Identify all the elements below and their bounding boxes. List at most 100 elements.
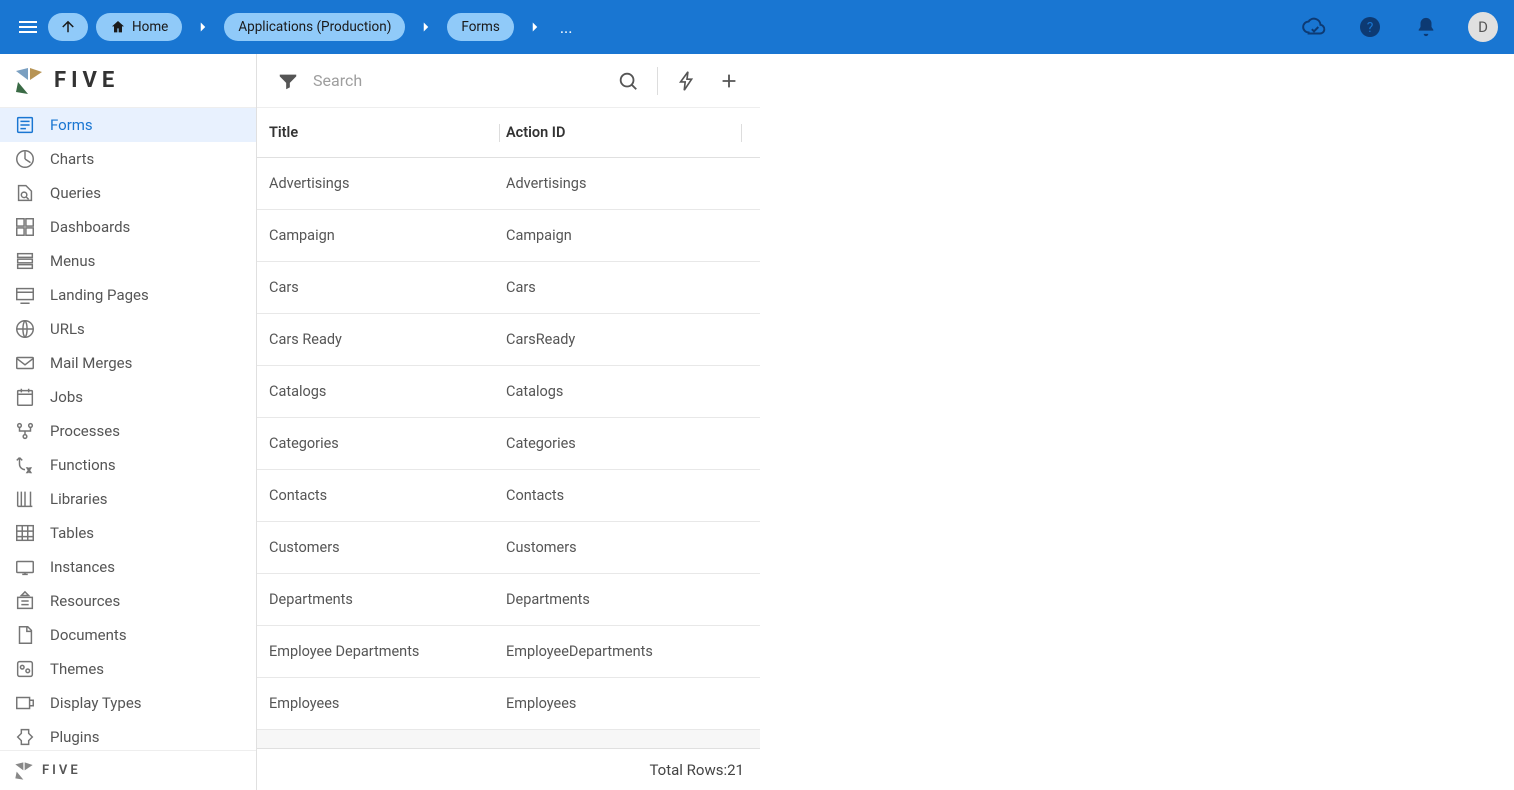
table-row[interactable]: CustomersCustomers bbox=[257, 522, 760, 574]
sidebar-item-label: Landing Pages bbox=[50, 286, 149, 304]
logo-icon bbox=[14, 66, 44, 96]
sidebar-item-label: URLs bbox=[50, 320, 85, 338]
avatar[interactable]: D bbox=[1468, 12, 1498, 42]
sidebar-item-label: Tables bbox=[50, 524, 94, 542]
breadcrumb-forms-label: Forms bbox=[461, 19, 499, 35]
add-icon[interactable] bbox=[712, 64, 746, 98]
home-icon bbox=[110, 19, 126, 35]
breadcrumb-up[interactable] bbox=[48, 13, 88, 41]
footer-logo-text: FIVE bbox=[42, 763, 81, 778]
breadcrumb-applications-label: Applications (Production) bbox=[238, 19, 391, 35]
sidebar-item-charts[interactable]: Charts bbox=[0, 142, 256, 176]
sidebar-item-label: Forms bbox=[50, 116, 93, 134]
sidebar-item-label: Documents bbox=[50, 626, 127, 644]
column-action-id[interactable]: Action ID bbox=[506, 124, 748, 141]
cell-action-id: EmployeeDepartments bbox=[506, 643, 748, 660]
cell-action-id: Cars bbox=[506, 279, 748, 296]
table-row[interactable]: AdvertisingsAdvertisings bbox=[257, 158, 760, 210]
divider bbox=[657, 67, 658, 95]
cell-title: Contacts bbox=[269, 487, 506, 504]
table-row[interactable]: Cars ReadyCarsReady bbox=[257, 314, 760, 366]
sidebar-item-label: Jobs bbox=[50, 388, 83, 406]
cell-action-id: CarsReady bbox=[506, 331, 748, 348]
table-row[interactable]: EmployeesEmployees bbox=[257, 678, 760, 730]
sidebar-item-processes[interactable]: Processes bbox=[0, 414, 256, 448]
sidebar-item-label: Dashboards bbox=[50, 218, 130, 236]
sidebar-item-label: Resources bbox=[50, 592, 120, 610]
detail-blank bbox=[760, 54, 1514, 790]
cell-action-id: Categories bbox=[506, 435, 748, 452]
sidebar-item-label: Queries bbox=[50, 184, 101, 202]
cell-title: Customers bbox=[269, 539, 506, 556]
sidebar-item-label: Menus bbox=[50, 252, 95, 270]
sidebar-item-landing-pages[interactable]: Landing Pages bbox=[0, 278, 256, 312]
logo-icon bbox=[14, 761, 34, 781]
sidebar-item-themes[interactable]: Themes bbox=[0, 652, 256, 686]
sidebar: FIVE Forms Charts Queries Dashboards Menus La… bbox=[0, 54, 256, 790]
logo-text: FIVE bbox=[54, 68, 119, 93]
breadcrumb-home-label: Home bbox=[132, 19, 168, 35]
table-row[interactable]: CategoriesCategories bbox=[257, 418, 760, 470]
sidebar-item-tables[interactable]: Tables bbox=[0, 516, 256, 550]
table-row[interactable]: Employee DepartmentsEmployeeDepartments bbox=[257, 626, 760, 678]
sidebar-item-forms[interactable]: Forms bbox=[0, 108, 256, 142]
filter-icon[interactable] bbox=[271, 64, 305, 98]
cell-title: Employees bbox=[269, 695, 506, 712]
logo: FIVE bbox=[0, 54, 256, 108]
table-row[interactable]: DepartmentsDepartments bbox=[257, 574, 760, 626]
breadcrumb-ellipsis[interactable]: ... bbox=[556, 18, 577, 37]
cell-title: Employee Departments bbox=[269, 643, 506, 660]
list-panel: Title Action ID AdvertisingsAdvertisings… bbox=[256, 54, 760, 790]
cell-action-id: Employees bbox=[506, 695, 748, 712]
breadcrumb-forms[interactable]: Forms bbox=[447, 13, 513, 41]
sidebar-item-libraries[interactable]: Libraries bbox=[0, 482, 256, 516]
cell-action-id: Contacts bbox=[506, 487, 748, 504]
chevron-right-icon bbox=[190, 18, 216, 36]
cell-title: Campaign bbox=[269, 227, 506, 244]
sidebar-item-mail-merges[interactable]: Mail Merges bbox=[0, 346, 256, 380]
sidebar-item-documents[interactable]: Documents bbox=[0, 618, 256, 652]
search-input[interactable] bbox=[313, 71, 603, 90]
sidebar-item-label: Processes bbox=[50, 422, 120, 440]
sidebar-item-label: Themes bbox=[50, 660, 104, 678]
sidebar-item-label: Instances bbox=[50, 558, 115, 576]
search-toolbar bbox=[257, 54, 760, 108]
help-icon[interactable]: ? bbox=[1356, 13, 1384, 41]
breadcrumb-applications[interactable]: Applications (Production) bbox=[224, 13, 405, 41]
table-row[interactable]: CatalogsCatalogs bbox=[257, 366, 760, 418]
table-row[interactable]: CampaignCampaign bbox=[257, 210, 760, 262]
lightning-icon[interactable] bbox=[670, 64, 704, 98]
table-row[interactable]: CarsCars bbox=[257, 262, 760, 314]
sidebar-item-label: Functions bbox=[50, 456, 116, 474]
column-title[interactable]: Title bbox=[269, 124, 506, 141]
sidebar-item-jobs[interactable]: Jobs bbox=[0, 380, 256, 414]
bell-icon[interactable] bbox=[1412, 13, 1440, 41]
cell-action-id: Departments bbox=[506, 591, 748, 608]
table-row[interactable]: ContactsContacts bbox=[257, 470, 760, 522]
sidebar-item-plugins[interactable]: Plugins bbox=[0, 720, 256, 750]
breadcrumb-home[interactable]: Home bbox=[96, 13, 182, 41]
total-rows-count: 21 bbox=[727, 761, 744, 779]
rows-scroll[interactable]: AdvertisingsAdvertisingsCampaignCampaign… bbox=[257, 158, 760, 748]
sidebar-item-instances[interactable]: Instances bbox=[0, 550, 256, 584]
cell-title: Advertisings bbox=[269, 175, 506, 192]
search-icon[interactable] bbox=[611, 64, 645, 98]
list-footer: Total Rows: 21 bbox=[257, 748, 760, 790]
sidebar-item-menus[interactable]: Menus bbox=[0, 244, 256, 278]
menu-icon[interactable] bbox=[16, 15, 40, 39]
sidebar-item-label: Display Types bbox=[50, 694, 142, 712]
chevron-right-icon bbox=[413, 18, 439, 36]
sidebar-item-resources[interactable]: Resources bbox=[0, 584, 256, 618]
sidebar-item-label: Mail Merges bbox=[50, 354, 132, 372]
sidebar-item-queries[interactable]: Queries bbox=[0, 176, 256, 210]
sidebar-item-display-types[interactable]: Display Types bbox=[0, 686, 256, 720]
sidebar-item-label: Libraries bbox=[50, 490, 108, 508]
chevron-right-icon bbox=[522, 18, 548, 36]
sidebar-item-urls[interactable]: URLs bbox=[0, 312, 256, 346]
sidebar-item-functions[interactable]: x Functions bbox=[0, 448, 256, 482]
cell-action-id: Campaign bbox=[506, 227, 748, 244]
svg-text:x: x bbox=[27, 465, 31, 475]
sidebar-item-label: Plugins bbox=[50, 728, 99, 746]
sidebar-item-dashboards[interactable]: Dashboards bbox=[0, 210, 256, 244]
cloud-icon[interactable] bbox=[1300, 13, 1328, 41]
